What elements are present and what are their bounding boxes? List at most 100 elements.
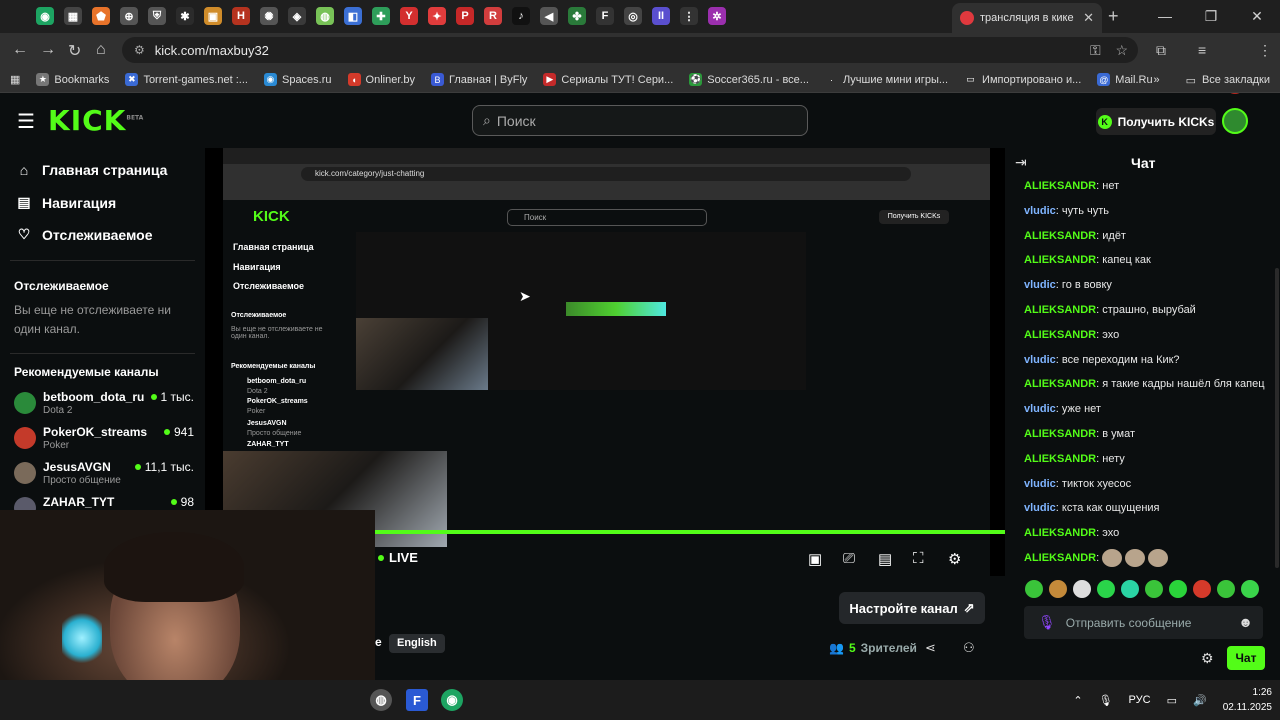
- reload-icon[interactable]: ↻: [68, 41, 81, 61]
- menu-icon[interactable]: ☰: [17, 109, 35, 134]
- bookmark-star-icon[interactable]: ☆: [1115, 42, 1128, 59]
- emote-chat-icon[interactable]: [1097, 580, 1115, 598]
- site-info-icon[interactable]: ⚙: [134, 43, 145, 57]
- chat-username[interactable]: ALIEKSANDR: [1024, 329, 1096, 341]
- tab-red-icon[interactable]: Y: [400, 7, 418, 25]
- chat-input[interactable]: 🎙 Отправить сообщение ☻: [1024, 606, 1263, 639]
- apps-icon[interactable]: ▦: [10, 73, 20, 86]
- radio-icon[interactable]: ✦: [428, 7, 446, 25]
- bookmark-item[interactable]: ✖ Torrent-games.net :...: [125, 73, 248, 86]
- emote-bubble-icon[interactable]: [1169, 580, 1187, 598]
- taskbar-app-icon[interactable]: ◍: [370, 689, 392, 711]
- chat-username[interactable]: ALIEKSANDR: [1024, 552, 1096, 564]
- chat-username[interactable]: ALIEKSANDR: [1024, 230, 1096, 242]
- emote-frog2-icon[interactable]: [1241, 580, 1259, 598]
- chat-username[interactable]: ALIEKSANDR: [1024, 378, 1096, 390]
- kick-tab-icon[interactable]: ✤: [568, 7, 586, 25]
- theater-mode-icon[interactable]: ▣: [808, 550, 822, 568]
- game-icon[interactable]: ◈: [288, 7, 306, 25]
- search-input[interactable]: ⌕ Поиск: [472, 105, 808, 136]
- nav-home[interactable]: ⌂ Главная страница: [16, 162, 168, 178]
- puzzle-icon[interactable]: ✚: [372, 7, 390, 25]
- emote-mushroom-icon[interactable]: [1193, 580, 1211, 598]
- url-field[interactable]: ⚙ kick.com/maxbuy32 ☆: [122, 37, 1138, 63]
- chat-username[interactable]: ALIEKSANDR: [1024, 254, 1096, 266]
- chat-settings-icon[interactable]: ⚙: [1201, 650, 1214, 667]
- emote-smile-icon[interactable]: [1217, 580, 1235, 598]
- tray-chevron-icon[interactable]: ⌃: [1073, 694, 1082, 707]
- chevron-right-icon[interactable]: »: [1153, 74, 1159, 86]
- minimize-icon[interactable]: —: [1142, 0, 1188, 33]
- nav-following[interactable]: ♡ Отслеживаемое: [16, 226, 153, 243]
- add-user-icon[interactable]: ⚇: [963, 640, 975, 656]
- doc-icon[interactable]: ◧: [344, 7, 362, 25]
- close-tab-icon[interactable]: ✕: [1083, 10, 1094, 26]
- bookmark-item[interactable]: B Главная | ByFly: [431, 73, 527, 86]
- grid-icon[interactable]: ▦: [64, 7, 82, 25]
- recommended-channel[interactable]: PokerOK_streams Poker 941: [14, 423, 194, 455]
- home-icon[interactable]: ⌂: [96, 41, 106, 59]
- tiktok-icon[interactable]: ♪: [512, 7, 530, 25]
- bookmark-item[interactable]: ◖ Onliner.by: [347, 73, 415, 86]
- tray-network-icon[interactable]: ▭: [1167, 694, 1177, 707]
- close-window-icon[interactable]: ✕: [1234, 0, 1280, 33]
- chat-username[interactable]: ALIEKSANDR: [1024, 304, 1096, 316]
- fullscreen-icon[interactable]: ⛶: [913, 550, 924, 567]
- tab-ii-icon[interactable]: II: [652, 7, 670, 25]
- bookmark-item[interactable]: ★ Bookmarks: [36, 73, 109, 86]
- emote-ghost-icon[interactable]: [1145, 580, 1163, 598]
- chat-username[interactable]: ALIEKSANDR: [1024, 453, 1096, 465]
- tab-r-icon[interactable]: R: [484, 7, 502, 25]
- key-icon[interactable]: ⚿: [1090, 42, 1101, 59]
- bookmark-item[interactable]: ◉ Spaces.ru: [263, 73, 332, 86]
- nav-browse[interactable]: ▤ Навигация: [16, 194, 116, 211]
- emote-wave-icon[interactable]: [1121, 580, 1139, 598]
- get-kicks-button[interactable]: K Получить KICKs: [1096, 108, 1216, 135]
- star-tab-icon[interactable]: ✲: [708, 7, 726, 25]
- shield-icon[interactable]: ⛨: [148, 7, 166, 25]
- chat-username[interactable]: vludic: [1024, 279, 1056, 291]
- tab-h-icon[interactable]: H: [232, 7, 250, 25]
- all-bookmarks[interactable]: » ▭ Все закладки: [1153, 67, 1270, 93]
- recommended-channel[interactable]: betboom_dota_ru Dota 2 1 тыс.: [14, 388, 194, 420]
- chat-username[interactable]: ALIEKSANDR: [1024, 527, 1096, 539]
- restore-icon[interactable]: ❐: [1188, 0, 1234, 33]
- chat-username[interactable]: vludic: [1024, 502, 1056, 514]
- clip-icon[interactable]: ⎚: [843, 550, 855, 567]
- mic-icon[interactable]: 🎙: [1038, 614, 1056, 631]
- bug-icon[interactable]: ✺: [260, 7, 278, 25]
- emote-frog-icon[interactable]: [1025, 580, 1043, 598]
- spider-icon[interactable]: ✱: [176, 7, 194, 25]
- taskbar-chrome-icon[interactable]: ◉: [441, 689, 463, 711]
- chat-username[interactable]: ALIEKSANDR: [1024, 180, 1096, 192]
- android-icon[interactable]: ◍: [316, 7, 334, 25]
- tray-language[interactable]: РУС: [1129, 694, 1151, 706]
- new-tab-icon[interactable]: +: [1108, 6, 1119, 27]
- stream-progress-bar[interactable]: [375, 530, 1005, 534]
- user-avatar[interactable]: [1222, 108, 1248, 134]
- language-tag[interactable]: English: [389, 634, 445, 653]
- dots-icon[interactable]: ⋮: [680, 7, 698, 25]
- tray-volume-icon[interactable]: 🔊: [1193, 694, 1207, 707]
- tray-clock[interactable]: 1:26 02.11.2025: [1223, 685, 1272, 715]
- globe2-icon[interactable]: ◎: [624, 7, 642, 25]
- recommended-channel[interactable]: JesusAVGN Просто общение 11,1 тыс.: [14, 458, 194, 490]
- f-icon[interactable]: F: [596, 7, 614, 25]
- bookmark-item[interactable]: ▭ Импортировано и...: [964, 73, 1081, 86]
- chat-scrollbar[interactable]: [1275, 268, 1279, 568]
- media-icon[interactable]: ≡: [1198, 42, 1206, 58]
- extensions-icon[interactable]: ⧉: [1156, 42, 1166, 59]
- menu-dots-icon[interactable]: ⋮: [1258, 42, 1272, 59]
- share-icon[interactable]: ⋖: [925, 640, 936, 656]
- kick-logo[interactable]: KICKBETA: [48, 104, 143, 137]
- sound-icon[interactable]: ◀: [540, 7, 558, 25]
- setup-channel-button[interactable]: Настройте канал ⇗: [839, 592, 985, 624]
- emote-skull-icon[interactable]: [1073, 580, 1091, 598]
- miniplayer-icon[interactable]: ▤: [878, 550, 892, 568]
- bookmark-item[interactable]: @ Mail.Ru: [1097, 73, 1153, 86]
- bookmark-item[interactable]: · Лучшие мини игры...: [824, 73, 948, 86]
- tray-mic-icon[interactable]: 🎙: [1099, 694, 1113, 707]
- chat-username[interactable]: vludic: [1024, 205, 1056, 217]
- shop-icon[interactable]: ⬟: [92, 7, 110, 25]
- emoji-icon[interactable]: ☻: [1238, 614, 1253, 630]
